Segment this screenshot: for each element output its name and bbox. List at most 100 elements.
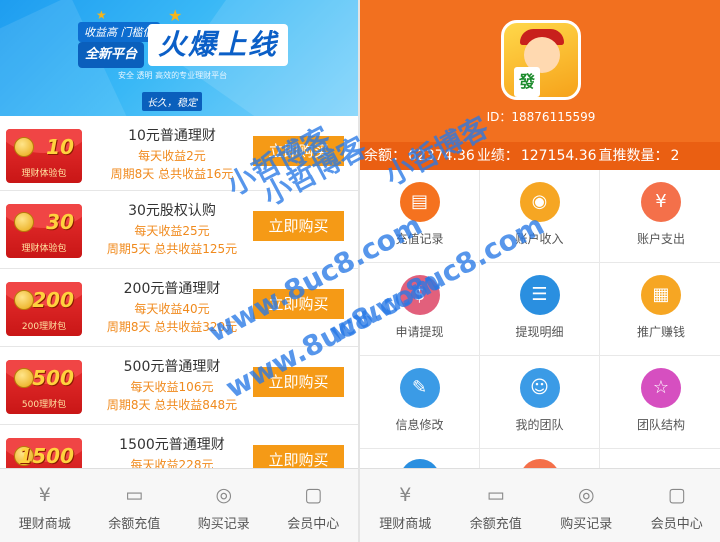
- menu-partial-row: [360, 449, 720, 499]
- chat-icon: ▢: [304, 484, 323, 506]
- balance-label: 余额：: [364, 148, 406, 164]
- shop-panel: ★ ★ 收益高 门槛低 全新平台 火爆上线 安全 透明 高效的专业理财平台 长久…: [0, 0, 358, 542]
- ticket-icon: ▭: [125, 484, 144, 506]
- account-stats: 余额： 62374.36 业绩： 127154.36 直推数量： 2: [360, 142, 720, 170]
- star-icon: ☆: [641, 368, 681, 408]
- red-envelope-icon: 10 理财体验包: [6, 129, 82, 183]
- product-item[interactable]: 10 理财体验包 10元普通理财 每天收益2元 周期8天 总共收益16元 立即购…: [0, 116, 358, 191]
- product-title: 200元普通理财: [123, 281, 221, 297]
- chat-icon: ▢: [667, 484, 686, 506]
- money-bag-icon: ¥: [38, 484, 51, 506]
- product-daily-income: 每天收益106元: [130, 380, 214, 394]
- menu-recharge-records[interactable]: ▤ 充值记录: [360, 170, 480, 263]
- performance-label: 业绩：: [476, 148, 519, 164]
- wallet-icon: ◉: [519, 182, 560, 222]
- profile-header: 發 ID：18876115599: [360, 0, 720, 142]
- banner-headline: 火爆上线: [148, 24, 289, 66]
- menu-my-team[interactable]: ☺ 我的团队: [480, 356, 600, 449]
- menu-label: 充值记录: [395, 232, 444, 246]
- buy-now-button[interactable]: 立即购买: [253, 136, 344, 166]
- menu-label: 我的团队: [515, 418, 564, 432]
- red-envelope-icon: 200 200理财包: [6, 282, 82, 336]
- team-icon: ☺: [519, 368, 560, 408]
- banner-slogan: 长久，稳定: [142, 92, 202, 111]
- tab-label: 理财商城: [379, 517, 432, 532]
- tab-label: 理财商城: [18, 517, 71, 532]
- menu-label: 账户支出: [636, 232, 685, 246]
- product-item[interactable]: 500 500理财包 500元普通理财 每天收益106元 周期8天 总共收益84…: [0, 347, 358, 425]
- location-icon: ◎: [215, 484, 233, 506]
- referrals-label: 直推数量：: [598, 148, 669, 164]
- bottom-tabbar: ¥ 理财商城 ▭ 余额充值 ◎ 购买记录 ▢ 会员中心: [360, 468, 720, 542]
- tab-label: 会员中心: [650, 517, 703, 532]
- product-title: 30元股权认购: [128, 203, 216, 219]
- performance-value: 127154.36: [520, 148, 597, 164]
- user-id: ID：18876115599: [486, 110, 596, 124]
- bottom-tabbar: ¥ 理财商城 ▭ 余额充值 ◎ 购买记录 ▢ 会员中心: [0, 468, 358, 542]
- menu-label: 信息修改: [395, 418, 444, 432]
- tab-shop[interactable]: ¥ 理财商城: [0, 469, 90, 542]
- menu-team-structure[interactable]: ☆ 团队结构: [600, 356, 720, 449]
- product-daily-income: 每天收益25元: [134, 224, 210, 238]
- tab-purchase-records[interactable]: ◎ 购买记录: [541, 469, 632, 542]
- qrcode-icon: ▦: [641, 275, 681, 315]
- member-panel: 發 ID：18876115599 余额： 62374.36 业绩： 127154.36…: [358, 0, 720, 542]
- menu-withdraw-details[interactable]: ☰ 提现明细: [480, 263, 600, 356]
- profile-edit-icon: ✎: [399, 368, 440, 408]
- document-icon: ▤: [399, 182, 440, 222]
- tab-label: 购买记录: [560, 517, 613, 532]
- tab-label: 购买记录: [197, 517, 250, 532]
- red-envelope-icon: 30 理财体验包: [6, 204, 82, 258]
- menu-account-expense[interactable]: ¥ 账户支出: [600, 170, 720, 263]
- menu-promote-earn[interactable]: ▦ 推广赚钱: [600, 263, 720, 356]
- tab-recharge[interactable]: ▭ 余额充值: [90, 469, 180, 542]
- product-title: 10元普通理财: [128, 128, 216, 144]
- tab-member-center[interactable]: ▢ 会员中心: [269, 469, 359, 542]
- menu-label: 团队结构: [636, 418, 685, 432]
- tab-label: 会员中心: [287, 517, 340, 532]
- product-title: 1500元普通理财: [119, 437, 225, 453]
- promo-banner[interactable]: ★ ★ 收益高 门槛低 全新平台 火爆上线 安全 透明 高效的专业理财平台 长久…: [0, 0, 358, 116]
- tab-label: 余额充值: [108, 517, 161, 532]
- buy-now-button[interactable]: 立即购买: [253, 445, 344, 468]
- menu-label: 账户收入: [515, 232, 564, 246]
- product-list: 10 理财体验包 10元普通理财 每天收益2元 周期8天 总共收益16元 立即购…: [0, 116, 358, 468]
- buy-now-button[interactable]: 立即购买: [253, 289, 344, 319]
- product-daily-income: 每天收益228元: [130, 458, 214, 468]
- red-envelope-icon: 500 500理财包: [6, 360, 82, 414]
- product-item[interactable]: 30 理财体验包 30元股权认购 每天收益25元 周期5天 总共收益125元 立…: [0, 191, 358, 269]
- menu-label: 申请提现: [395, 325, 444, 339]
- product-period: 周期8天 总共收益848元: [106, 398, 238, 412]
- red-envelope-icon: 1500: [6, 438, 82, 468]
- avatar[interactable]: 發: [501, 20, 581, 100]
- menu-label: 推广赚钱: [636, 325, 685, 339]
- buy-now-button[interactable]: 立即购买: [253, 367, 344, 397]
- money-bag-icon: ¥: [641, 182, 681, 222]
- ticket-icon: ▭: [486, 484, 505, 506]
- product-daily-income: 每天收益40元: [134, 302, 210, 316]
- product-item[interactable]: 200 200理财包 200元普通理财 每天收益40元 周期8天 总共收益320…: [0, 269, 358, 347]
- tab-member-center[interactable]: ▢ 会员中心: [632, 469, 720, 542]
- withdraw-icon: $: [399, 275, 440, 315]
- banner-tag: 全新平台: [78, 42, 144, 68]
- balance-value: 62374.36: [408, 148, 475, 164]
- menu-label: 提现明细: [515, 325, 564, 339]
- referrals-value: 2: [670, 148, 680, 164]
- product-daily-income: 每天收益2元: [138, 149, 206, 163]
- star-icon: ★: [96, 8, 107, 22]
- money-bag-icon: ¥: [399, 484, 412, 506]
- menu-edit-info[interactable]: ✎ 信息修改: [360, 356, 480, 449]
- location-icon: ◎: [577, 484, 595, 506]
- tab-shop[interactable]: ¥ 理财商城: [360, 469, 451, 542]
- product-period: 周期8天 总共收益320元: [106, 320, 238, 334]
- buy-now-button[interactable]: 立即购买: [253, 211, 344, 241]
- list-icon: ☰: [519, 275, 560, 315]
- menu-account-income[interactable]: ◉ 账户收入: [480, 170, 600, 263]
- tab-purchase-records[interactable]: ◎ 购买记录: [179, 469, 269, 542]
- tab-recharge[interactable]: ▭ 余额充值: [451, 469, 542, 542]
- banner-subtitle: 安全 透明 高效的专业理财平台: [118, 71, 228, 80]
- product-title: 500元普通理财: [123, 359, 221, 375]
- product-item[interactable]: 1500 1500元普通理财 每天收益228元 立即购买: [0, 425, 358, 468]
- menu-withdraw-request[interactable]: $ 申请提现: [360, 263, 480, 356]
- tab-label: 余额充值: [469, 517, 522, 532]
